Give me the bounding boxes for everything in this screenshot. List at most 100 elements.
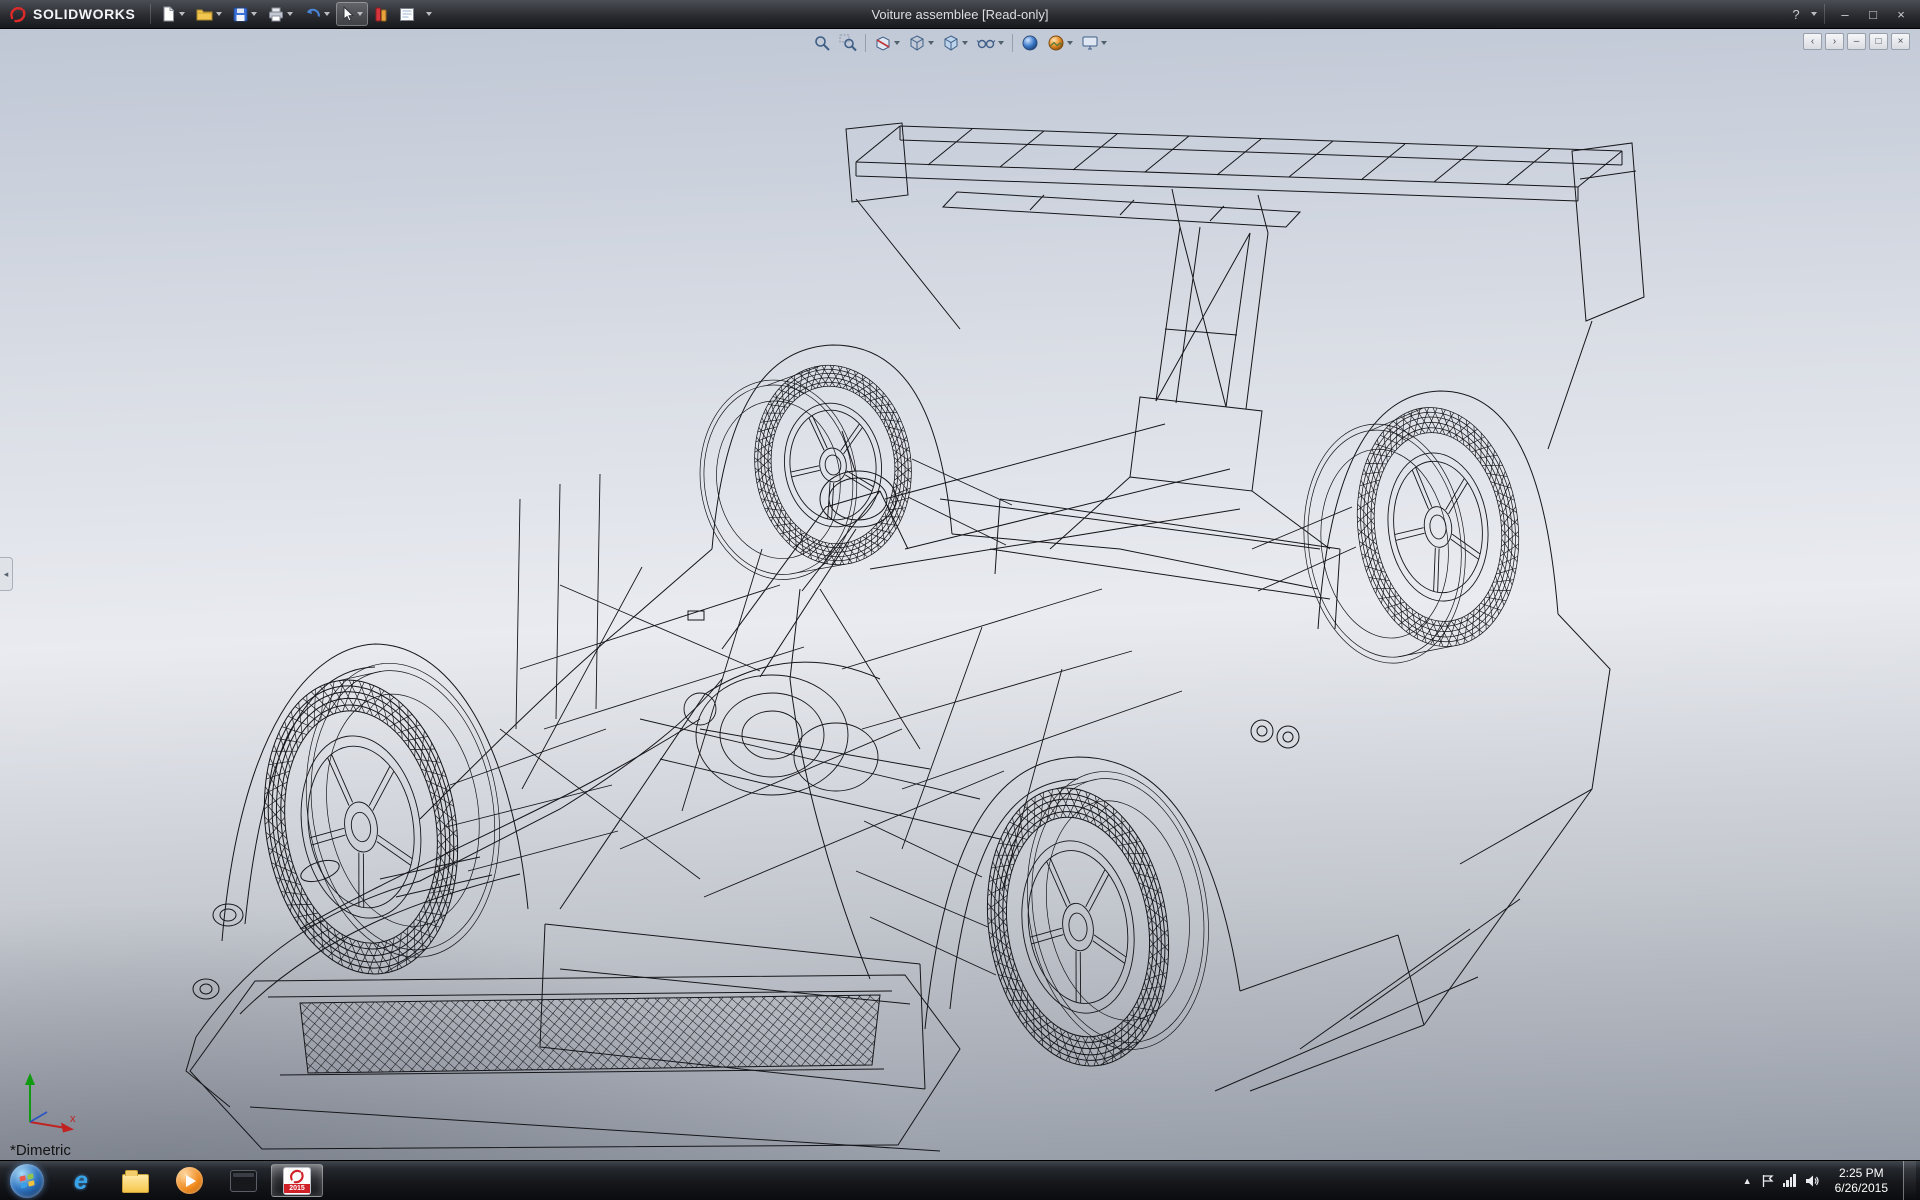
appearance-swatch-icon <box>375 7 387 21</box>
tray-expand-icon[interactable]: ▲ <box>1743 1176 1752 1186</box>
folder-icon <box>121 1169 149 1193</box>
internet-explorer-icon: e <box>74 1166 88 1195</box>
console-window-icon <box>229 1169 257 1192</box>
undo-button[interactable] <box>299 2 335 26</box>
edit-appearance-hud-button[interactable] <box>1018 32 1042 54</box>
print-button[interactable] <box>263 2 298 26</box>
view-orientation-icon <box>910 35 924 51</box>
titlebar: SOLIDWORKS Voiture assemblee [Read-only]… <box>0 0 1920 29</box>
dropdown-arrow-icon[interactable] <box>1101 41 1107 45</box>
panel-collapse-tab[interactable]: ◂ <box>0 557 13 591</box>
open-button[interactable] <box>191 2 227 26</box>
media-player-icon <box>175 1167 203 1194</box>
toolbar-separator <box>865 34 866 52</box>
apply-scene-button[interactable] <box>1044 32 1076 54</box>
wheel-rear-left <box>986 771 1209 1067</box>
taskbar-item-console[interactable] <box>217 1164 269 1197</box>
zoom-to-area-icon <box>839 34 857 52</box>
close-button[interactable]: × <box>1888 4 1914 24</box>
collapse-pane-button[interactable]: ‹ <box>1803 33 1822 50</box>
dropdown-arrow-icon[interactable] <box>998 41 1004 45</box>
triad-x-label: x <box>70 1113 76 1125</box>
taskbar-clock[interactable]: 2:25 PM 6/26/2015 <box>1829 1166 1894 1196</box>
cockpit <box>299 430 909 930</box>
section-view-icon <box>876 36 890 51</box>
clock-time: 2:25 PM <box>1838 1165 1884 1180</box>
front-splitter <box>189 974 1479 1152</box>
undo-arrow-icon <box>307 8 321 17</box>
windows-orb-icon <box>10 1163 44 1198</box>
maximize-button[interactable]: □ <box>1860 4 1886 24</box>
doc-minimize-button[interactable]: – <box>1847 33 1866 50</box>
apply-scene-icon <box>1048 35 1064 51</box>
section-view-button[interactable] <box>871 32 903 54</box>
triad-z-axis <box>29 1111 48 1123</box>
start-button[interactable] <box>0 1161 54 1200</box>
viewport-3d[interactable]: ‹ › – □ × ◂ x *Dimetric <box>0 29 1920 1160</box>
system-tray: ▲ 2:25 PM 6/26/2015 <box>1739 1161 1920 1200</box>
solidworks-version-badge: 2015 <box>284 1184 310 1193</box>
view-settings-button[interactable] <box>1078 32 1110 54</box>
save-floppy-icon <box>233 7 248 21</box>
edit-appearance-ball-icon <box>1022 35 1038 51</box>
dropdown-arrow-icon[interactable] <box>287 12 294 16</box>
solidworks-mark-icon <box>290 1169 304 1184</box>
action-center-flag-icon[interactable] <box>1761 1174 1774 1188</box>
zoom-to-fit-button[interactable] <box>810 32 834 54</box>
drawing-sheet-button[interactable] <box>394 2 420 26</box>
taskbar-item-file-explorer[interactable] <box>109 1164 161 1197</box>
expand-pane-button[interactable]: › <box>1825 33 1844 50</box>
open-folder-icon <box>196 9 213 21</box>
display-style-button[interactable] <box>939 32 971 54</box>
dropdown-arrow-icon[interactable] <box>962 41 968 45</box>
solidworks-logo-icon <box>10 7 26 23</box>
doc-close-button[interactable]: × <box>1891 33 1910 50</box>
toolbar-separator <box>1012 34 1013 52</box>
wheel-rear-right <box>1303 407 1520 664</box>
window-title: Voiture assemblee [Read-only] <box>871 6 1049 22</box>
help-dropdown-icon[interactable] <box>1811 12 1817 16</box>
view-toolbar <box>810 32 1110 54</box>
show-desktop-button[interactable] <box>1903 1161 1916 1200</box>
pane-controls: ‹ › – □ × <box>1803 33 1910 50</box>
taskbar-item-internet-explorer[interactable]: e <box>55 1164 107 1197</box>
toolbar-options-button[interactable] <box>421 2 437 26</box>
dropdown-arrow-icon[interactable] <box>1067 41 1073 45</box>
new-document-button[interactable] <box>156 2 190 26</box>
dropdown-arrow-icon[interactable] <box>324 12 331 16</box>
hide-show-items-icon <box>976 39 996 49</box>
coordinate-triad: x <box>25 1073 76 1133</box>
minimize-button[interactable]: – <box>1832 4 1858 24</box>
edit-appearance-button[interactable] <box>369 2 393 26</box>
view-orientation-button[interactable] <box>905 32 937 54</box>
dropdown-arrow-icon[interactable] <box>216 12 223 16</box>
solidworks-logo: SOLIDWORKS <box>0 5 145 23</box>
dropdown-arrow-icon[interactable] <box>357 12 364 16</box>
select-button[interactable] <box>336 2 369 26</box>
zoom-to-area-button[interactable] <box>836 32 860 54</box>
new-document-icon <box>163 6 175 22</box>
toolbar-separator <box>150 4 152 24</box>
app-name: SOLIDWORKS <box>33 6 136 22</box>
zoom-to-fit-icon <box>815 36 830 51</box>
dropdown-arrow-icon[interactable] <box>894 41 900 45</box>
wireframe-model <box>185 122 1645 1152</box>
help-button[interactable]: ? <box>1783 4 1809 24</box>
dropdown-arrow-icon[interactable] <box>179 12 186 16</box>
rear-wing <box>845 122 1645 492</box>
save-button[interactable] <box>228 2 262 26</box>
screen: SOLIDWORKS Voiture assemblee [Read-only]… <box>0 0 1920 1200</box>
volume-icon[interactable] <box>1805 1174 1820 1188</box>
display-style-icon <box>944 35 958 51</box>
doc-restore-button[interactable]: □ <box>1869 33 1888 50</box>
dropdown-arrow-icon[interactable] <box>928 41 934 45</box>
dropdown-arrow-icon[interactable] <box>251 12 258 16</box>
taskbar-item-solidworks[interactable]: 2015 <box>271 1164 323 1197</box>
solidworks-taskbar-icon: 2015 <box>283 1166 311 1195</box>
select-cursor-icon <box>343 6 355 22</box>
taskbar-item-media-player[interactable] <box>163 1164 215 1197</box>
body-far-side <box>419 320 1611 1026</box>
network-icon[interactable] <box>1782 1174 1796 1187</box>
hide-show-items-button[interactable] <box>973 32 1007 54</box>
dropdown-arrow-icon[interactable] <box>426 12 433 16</box>
